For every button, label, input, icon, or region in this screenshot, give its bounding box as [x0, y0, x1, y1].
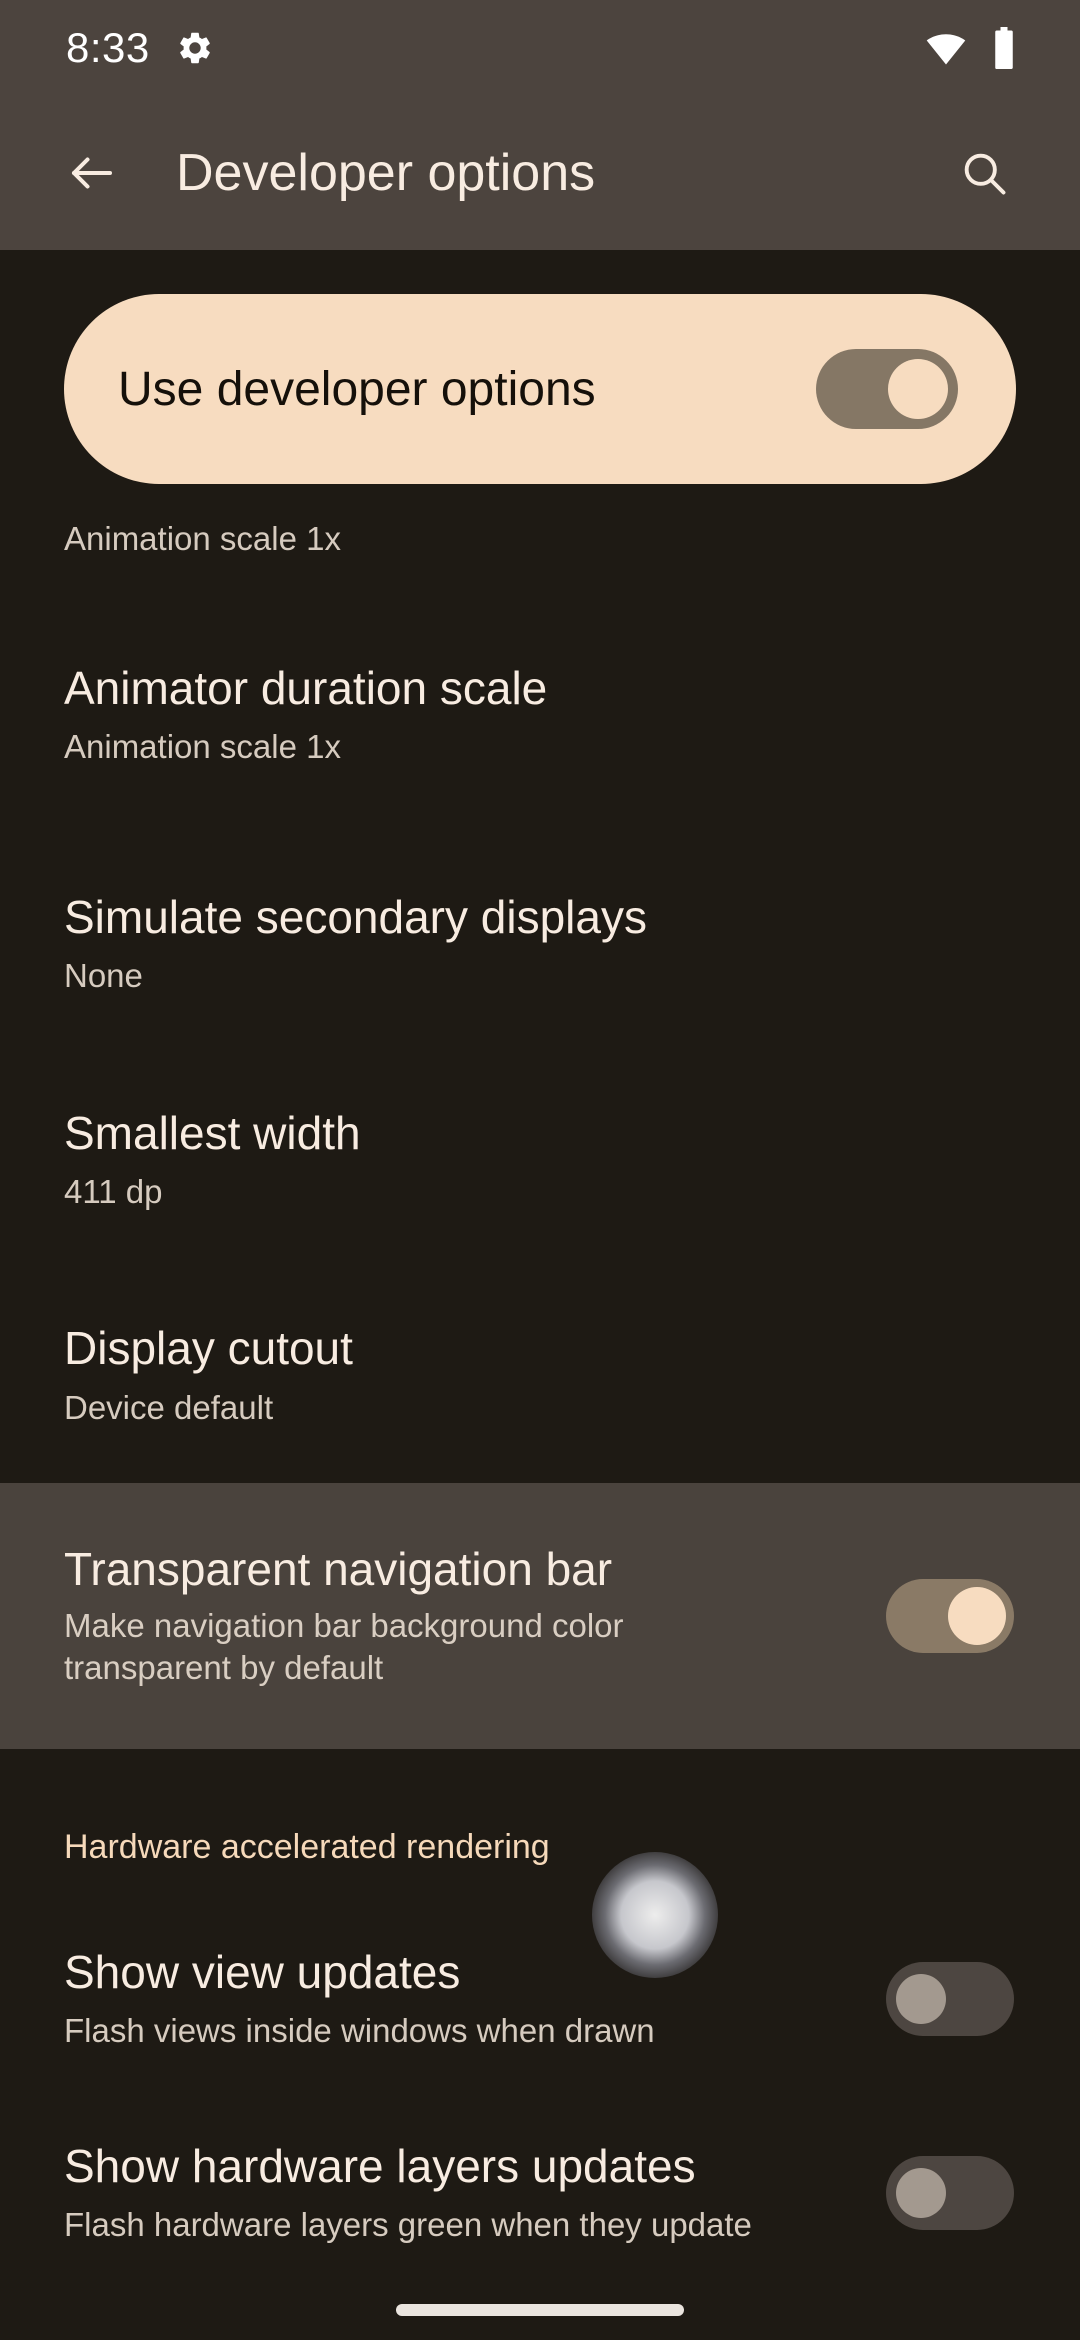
search-button[interactable] [936, 125, 1032, 221]
back-button[interactable] [44, 125, 140, 221]
list-item-simulate-secondary-displays[interactable]: Simulate secondary displays None [0, 836, 1080, 1052]
status-bar-right [924, 26, 1020, 70]
settings-scroll-content[interactable]: Use developer options Animation scale 1x… [0, 250, 1080, 2340]
page-title: Developer options [176, 144, 596, 202]
list-item-transparent-navigation-bar[interactable]: Transparent navigation bar Make navigati… [0, 1483, 1080, 1749]
list-item-partial-animation-scale[interactable]: Animation scale 1x [0, 484, 1080, 594]
list-item-show-hardware-layers-updates[interactable]: Show hardware layers updates Flash hardw… [0, 2093, 1080, 2293]
list-item-summary: None [64, 957, 143, 995]
navigation-bar [0, 2280, 1080, 2340]
list-item-summary: Animation scale 1x [64, 728, 341, 766]
wifi-icon [924, 26, 968, 70]
section-header-hardware-accelerated-rendering: Hardware accelerated rendering [64, 1827, 550, 1866]
list-item-title: Display cutout [64, 1322, 353, 1375]
list-item-title: Show hardware layers updates [64, 2139, 696, 2192]
switch-thumb [888, 359, 948, 419]
settings-gear-icon [176, 29, 214, 67]
list-item-summary: Flash hardware layers green when they up… [64, 2206, 752, 2244]
list-item-summary: Animation scale 1x [64, 520, 341, 557]
use-developer-options-label: Use developer options [118, 362, 596, 416]
list-item-smallest-width[interactable]: Smallest width 411 dp [0, 1052, 1080, 1268]
status-bar-left: 8:33 [66, 24, 214, 72]
list-item-title: Transparent navigation bar [64, 1542, 613, 1595]
list-item-summary: Device default [64, 1388, 274, 1426]
list-item-text: Smallest width 411 dp [64, 1107, 1014, 1214]
status-clock: 8:33 [66, 24, 150, 71]
list-item-title: Show view updates [64, 1945, 461, 1998]
list-item-title: Simulate secondary displays [64, 890, 647, 943]
home-indicator-pill[interactable] [396, 2304, 684, 2316]
list-item-title: Animator duration scale [64, 661, 548, 714]
list-item-text: Animator duration scale Animation scale … [64, 662, 1014, 769]
search-icon [958, 147, 1010, 199]
list-item-text: Show hardware layers updates Flash hardw… [64, 2140, 886, 2247]
list-item-show-view-updates[interactable]: Show view updates Flash views inside win… [0, 1877, 1080, 2093]
list-item-animator-duration-scale[interactable]: Animator duration scale Animation scale … [0, 594, 1080, 836]
status-bar: 8:33 [0, 0, 1080, 96]
show-hardware-layers-updates-switch[interactable] [886, 2156, 1014, 2230]
list-item-text: Show view updates Flash views inside win… [64, 1946, 886, 2053]
transparent-navigation-bar-switch[interactable] [886, 1579, 1014, 1653]
show-view-updates-switch[interactable] [886, 1962, 1014, 2036]
use-developer-options-card[interactable]: Use developer options [64, 294, 1016, 484]
switch-thumb [896, 2168, 946, 2218]
switch-thumb [948, 1587, 1006, 1645]
list-item-text: Display cutout Device default [64, 1322, 1014, 1429]
list-item-text: Transparent navigation bar Make navigati… [64, 1543, 886, 1690]
list-item-title: Smallest width [64, 1106, 361, 1159]
list-item-text: Animation scale 1x [64, 518, 1014, 560]
use-developer-options-switch[interactable] [816, 349, 958, 429]
list-item-summary: 411 dp [64, 1173, 163, 1211]
list-item-display-cutout[interactable]: Display cutout Device default [0, 1268, 1080, 1483]
app-bar: Developer options [0, 96, 1080, 250]
switch-thumb [896, 1974, 946, 2024]
list-item-summary: Flash views inside windows when drawn [64, 2012, 655, 2050]
back-arrow-icon [65, 146, 119, 200]
battery-icon [988, 27, 1020, 69]
list-item-text: Simulate secondary displays None [64, 891, 1014, 998]
list-item-summary: Make navigation bar background color tra… [64, 1606, 624, 1687]
